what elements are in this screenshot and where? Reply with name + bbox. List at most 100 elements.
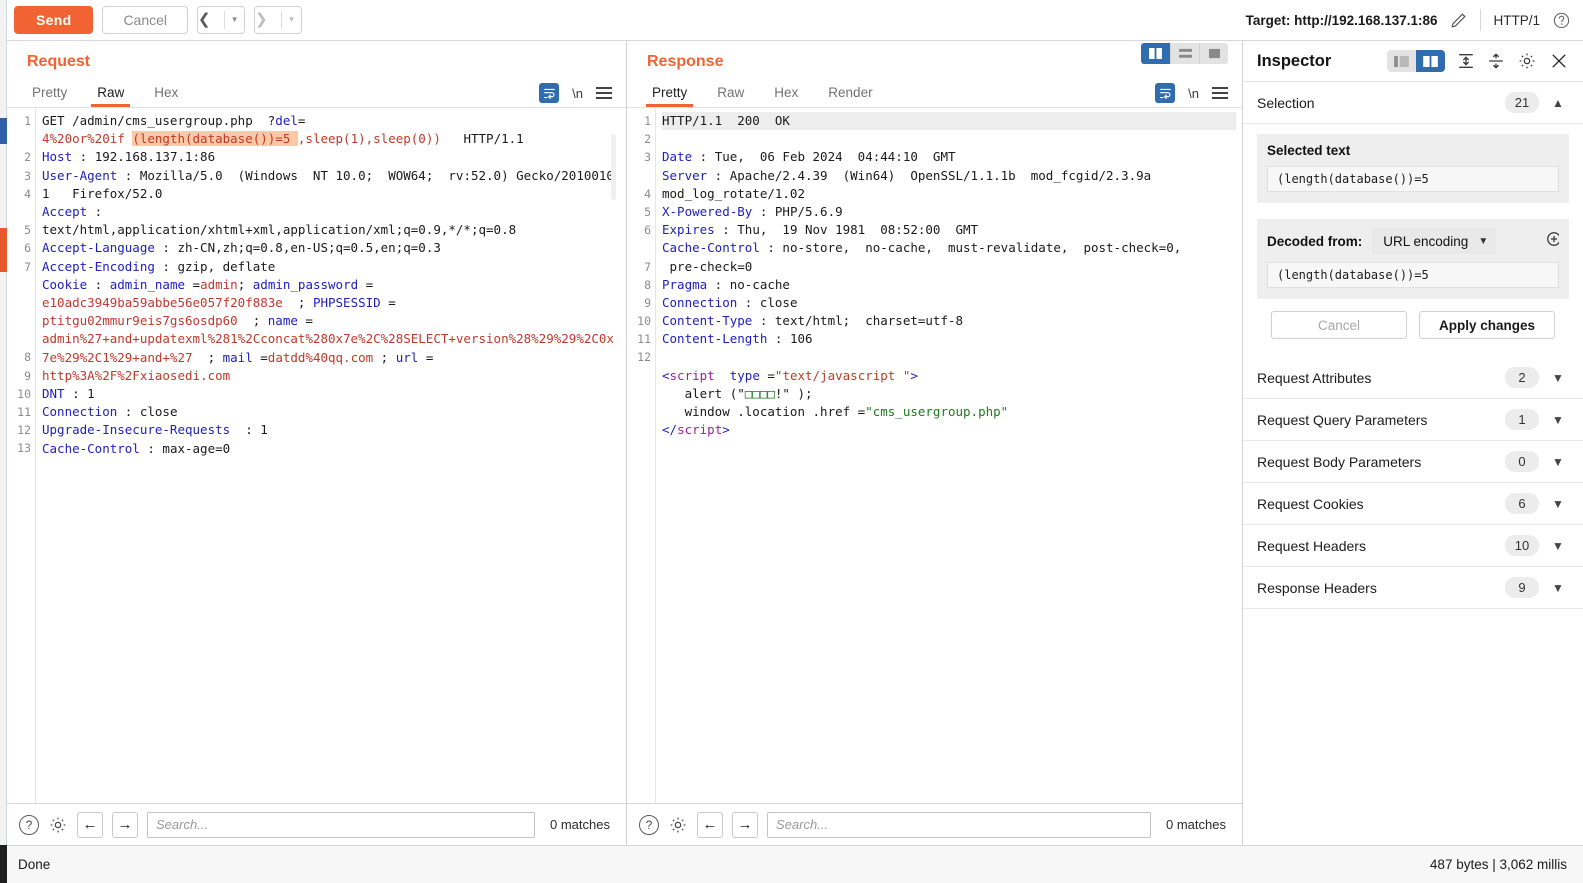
- tab-request-hex[interactable]: Hex: [139, 85, 193, 107]
- panel-right-icon[interactable]: [1416, 50, 1445, 72]
- inspector-section-3[interactable]: Request Cookies 6 ▼: [1243, 483, 1583, 525]
- expand-all-icon[interactable]: [1457, 52, 1475, 70]
- word-wrap-icon[interactable]: [539, 83, 559, 103]
- code-line: Date : Tue, 06 Feb 2024 04:44:10 GMT: [662, 149, 956, 164]
- section-count: 6: [1505, 493, 1539, 514]
- inspector-section-4[interactable]: Request Headers10▼: [1243, 525, 1583, 567]
- inspector-section-0[interactable]: Request Attributes2▼: [1243, 357, 1583, 399]
- cancel-button[interactable]: Cancel: [102, 6, 188, 34]
- line-number: 1: [7, 112, 31, 130]
- line-number: 2: [7, 148, 31, 166]
- question-circle-icon[interactable]: ?: [19, 815, 39, 835]
- code-line: Cache-Control : no-store, no-cache, must…: [662, 240, 1181, 273]
- split-vertical-icon[interactable]: [1141, 43, 1170, 64]
- tab-request-pretty[interactable]: Pretty: [17, 85, 82, 107]
- request-scrollbar[interactable]: [611, 134, 616, 200]
- code-line: Connection : close: [662, 295, 797, 310]
- chevron-up-icon[interactable]: ▲: [1547, 96, 1569, 110]
- code-line: Expires : Thu, 19 Nov 1981 08:52:00 GMT: [662, 222, 978, 237]
- gear-icon[interactable]: [1517, 51, 1537, 71]
- request-title: Request: [7, 41, 626, 77]
- inspector-section-1[interactable]: Request Query Parameters1▼: [1243, 399, 1583, 441]
- code-line: Content-Type : text/html; charset=utf-8: [662, 313, 963, 328]
- request-search-input[interactable]: [147, 812, 535, 838]
- line-number: 10: [627, 312, 651, 330]
- newline-toggle[interactable]: \n: [1188, 86, 1199, 101]
- selection-cancel-button[interactable]: Cancel: [1271, 311, 1407, 339]
- hamburger-icon[interactable]: [1212, 84, 1228, 102]
- send-button[interactable]: Send: [14, 6, 93, 34]
- search-forward-button[interactable]: →: [112, 812, 138, 838]
- response-editor[interactable]: 123456789101112 HTTP/1.1 200 OK Date : T…: [627, 107, 1242, 803]
- inspector-selection-header[interactable]: Selection 21 ▲: [1243, 82, 1583, 124]
- decoded-from-select[interactable]: URL encoding ▼: [1372, 228, 1496, 254]
- decoded-from-value: URL encoding: [1383, 234, 1468, 249]
- section-label: Request Body Parameters: [1257, 454, 1421, 470]
- search-back-button[interactable]: ←: [697, 812, 723, 838]
- chevron-down-icon[interactable]: ▼: [1547, 497, 1569, 511]
- question-circle-icon[interactable]: [1552, 11, 1571, 30]
- selected-text-value[interactable]: (length(database())=5: [1267, 166, 1559, 192]
- single-pane-icon[interactable]: [1199, 43, 1228, 64]
- chevron-down-icon: ▼: [225, 7, 244, 33]
- line-number: 9: [627, 294, 651, 312]
- add-circle-icon[interactable]: [1546, 231, 1559, 251]
- collapse-all-icon[interactable]: [1487, 52, 1505, 70]
- line-number: 12: [627, 348, 651, 366]
- chevron-down-icon[interactable]: ▼: [1547, 371, 1569, 385]
- section-label: Request Cookies: [1257, 496, 1364, 512]
- tab-response-raw[interactable]: Raw: [702, 85, 759, 107]
- panel-left-icon[interactable]: [1387, 50, 1416, 72]
- response-code[interactable]: HTTP/1.1 200 OK Date : Tue, 06 Feb 2024 …: [655, 108, 1242, 803]
- chevron-down-icon: ▼: [282, 7, 301, 33]
- request-code[interactable]: GET /admin/cms_usergroup.php ?del= 4%20o…: [35, 108, 626, 803]
- response-tabbar: Pretty Raw Hex Render: [627, 77, 1242, 107]
- previous-request-button[interactable]: ❮ ▼: [197, 6, 245, 34]
- pencil-icon[interactable]: [1449, 11, 1468, 30]
- request-pane: Request Pretty Raw Hex \n 12345678910111…: [7, 41, 627, 845]
- tab-response-pretty[interactable]: Pretty: [637, 85, 702, 107]
- newline-toggle[interactable]: \n: [572, 86, 583, 101]
- selection-actions: Cancel Apply changes: [1257, 299, 1569, 353]
- code-line: Host : 192.168.137.1:86: [42, 149, 215, 164]
- chevron-down-icon[interactable]: ▼: [1547, 539, 1569, 553]
- inspector-section-2[interactable]: Request Body Parameters0▼: [1243, 441, 1583, 483]
- section-label: Response Headers: [1257, 580, 1377, 596]
- next-request-button[interactable]: ❯ ▼: [254, 6, 302, 34]
- hamburger-icon[interactable]: [596, 84, 612, 102]
- chevron-down-icon[interactable]: ▼: [1547, 413, 1569, 427]
- selection-apply-button[interactable]: Apply changes: [1419, 311, 1555, 339]
- inspector-layout-toggle: [1387, 50, 1445, 72]
- word-wrap-icon[interactable]: [1155, 83, 1175, 103]
- gear-icon[interactable]: [48, 815, 68, 835]
- line-number: 11: [627, 330, 651, 348]
- response-search-input[interactable]: [767, 812, 1151, 838]
- chevron-down-icon[interactable]: ▼: [1547, 581, 1569, 595]
- request-editor[interactable]: 12345678910111213 GET /admin/cms_usergro…: [7, 107, 626, 803]
- code-line: Cookie : admin_name =admin; admin_passwo…: [42, 277, 614, 383]
- gear-icon[interactable]: [668, 815, 688, 835]
- inspector-section-5[interactable]: Response Headers9▼: [1243, 567, 1583, 609]
- line-number: 3: [627, 148, 651, 166]
- chevron-down-icon[interactable]: ▼: [1547, 455, 1569, 469]
- chevron-down-icon: ▼: [1478, 236, 1488, 247]
- search-forward-button[interactable]: →: [732, 812, 758, 838]
- search-back-button[interactable]: ←: [77, 812, 103, 838]
- tab-request-raw[interactable]: Raw: [82, 85, 139, 107]
- main-area: Request Pretty Raw Hex \n 12345678910111…: [0, 41, 1583, 845]
- decoded-from-box: Decoded from: URL encoding ▼ (length(dat…: [1257, 219, 1569, 299]
- tab-response-hex[interactable]: Hex: [759, 85, 813, 107]
- question-circle-icon[interactable]: ?: [639, 815, 659, 835]
- code-line: Accept-Encoding : gzip, deflate: [42, 259, 275, 274]
- code-line: Content-Length : 106: [662, 331, 813, 346]
- decoded-value[interactable]: (length(database())=5: [1267, 262, 1559, 288]
- section-count: 1: [1505, 409, 1539, 430]
- section-count: 2: [1505, 367, 1539, 388]
- tab-response-render[interactable]: Render: [813, 85, 887, 107]
- split-horizontal-icon[interactable]: [1170, 43, 1199, 64]
- http-version-label[interactable]: HTTP/1: [1493, 13, 1540, 28]
- code-line: User-Agent : Mozilla/5.0 (Windows NT 10.…: [42, 168, 614, 201]
- line-number: 12: [7, 421, 31, 439]
- close-icon[interactable]: [1549, 51, 1569, 71]
- code-line: HTTP/1.1 200 OK: [662, 112, 1236, 130]
